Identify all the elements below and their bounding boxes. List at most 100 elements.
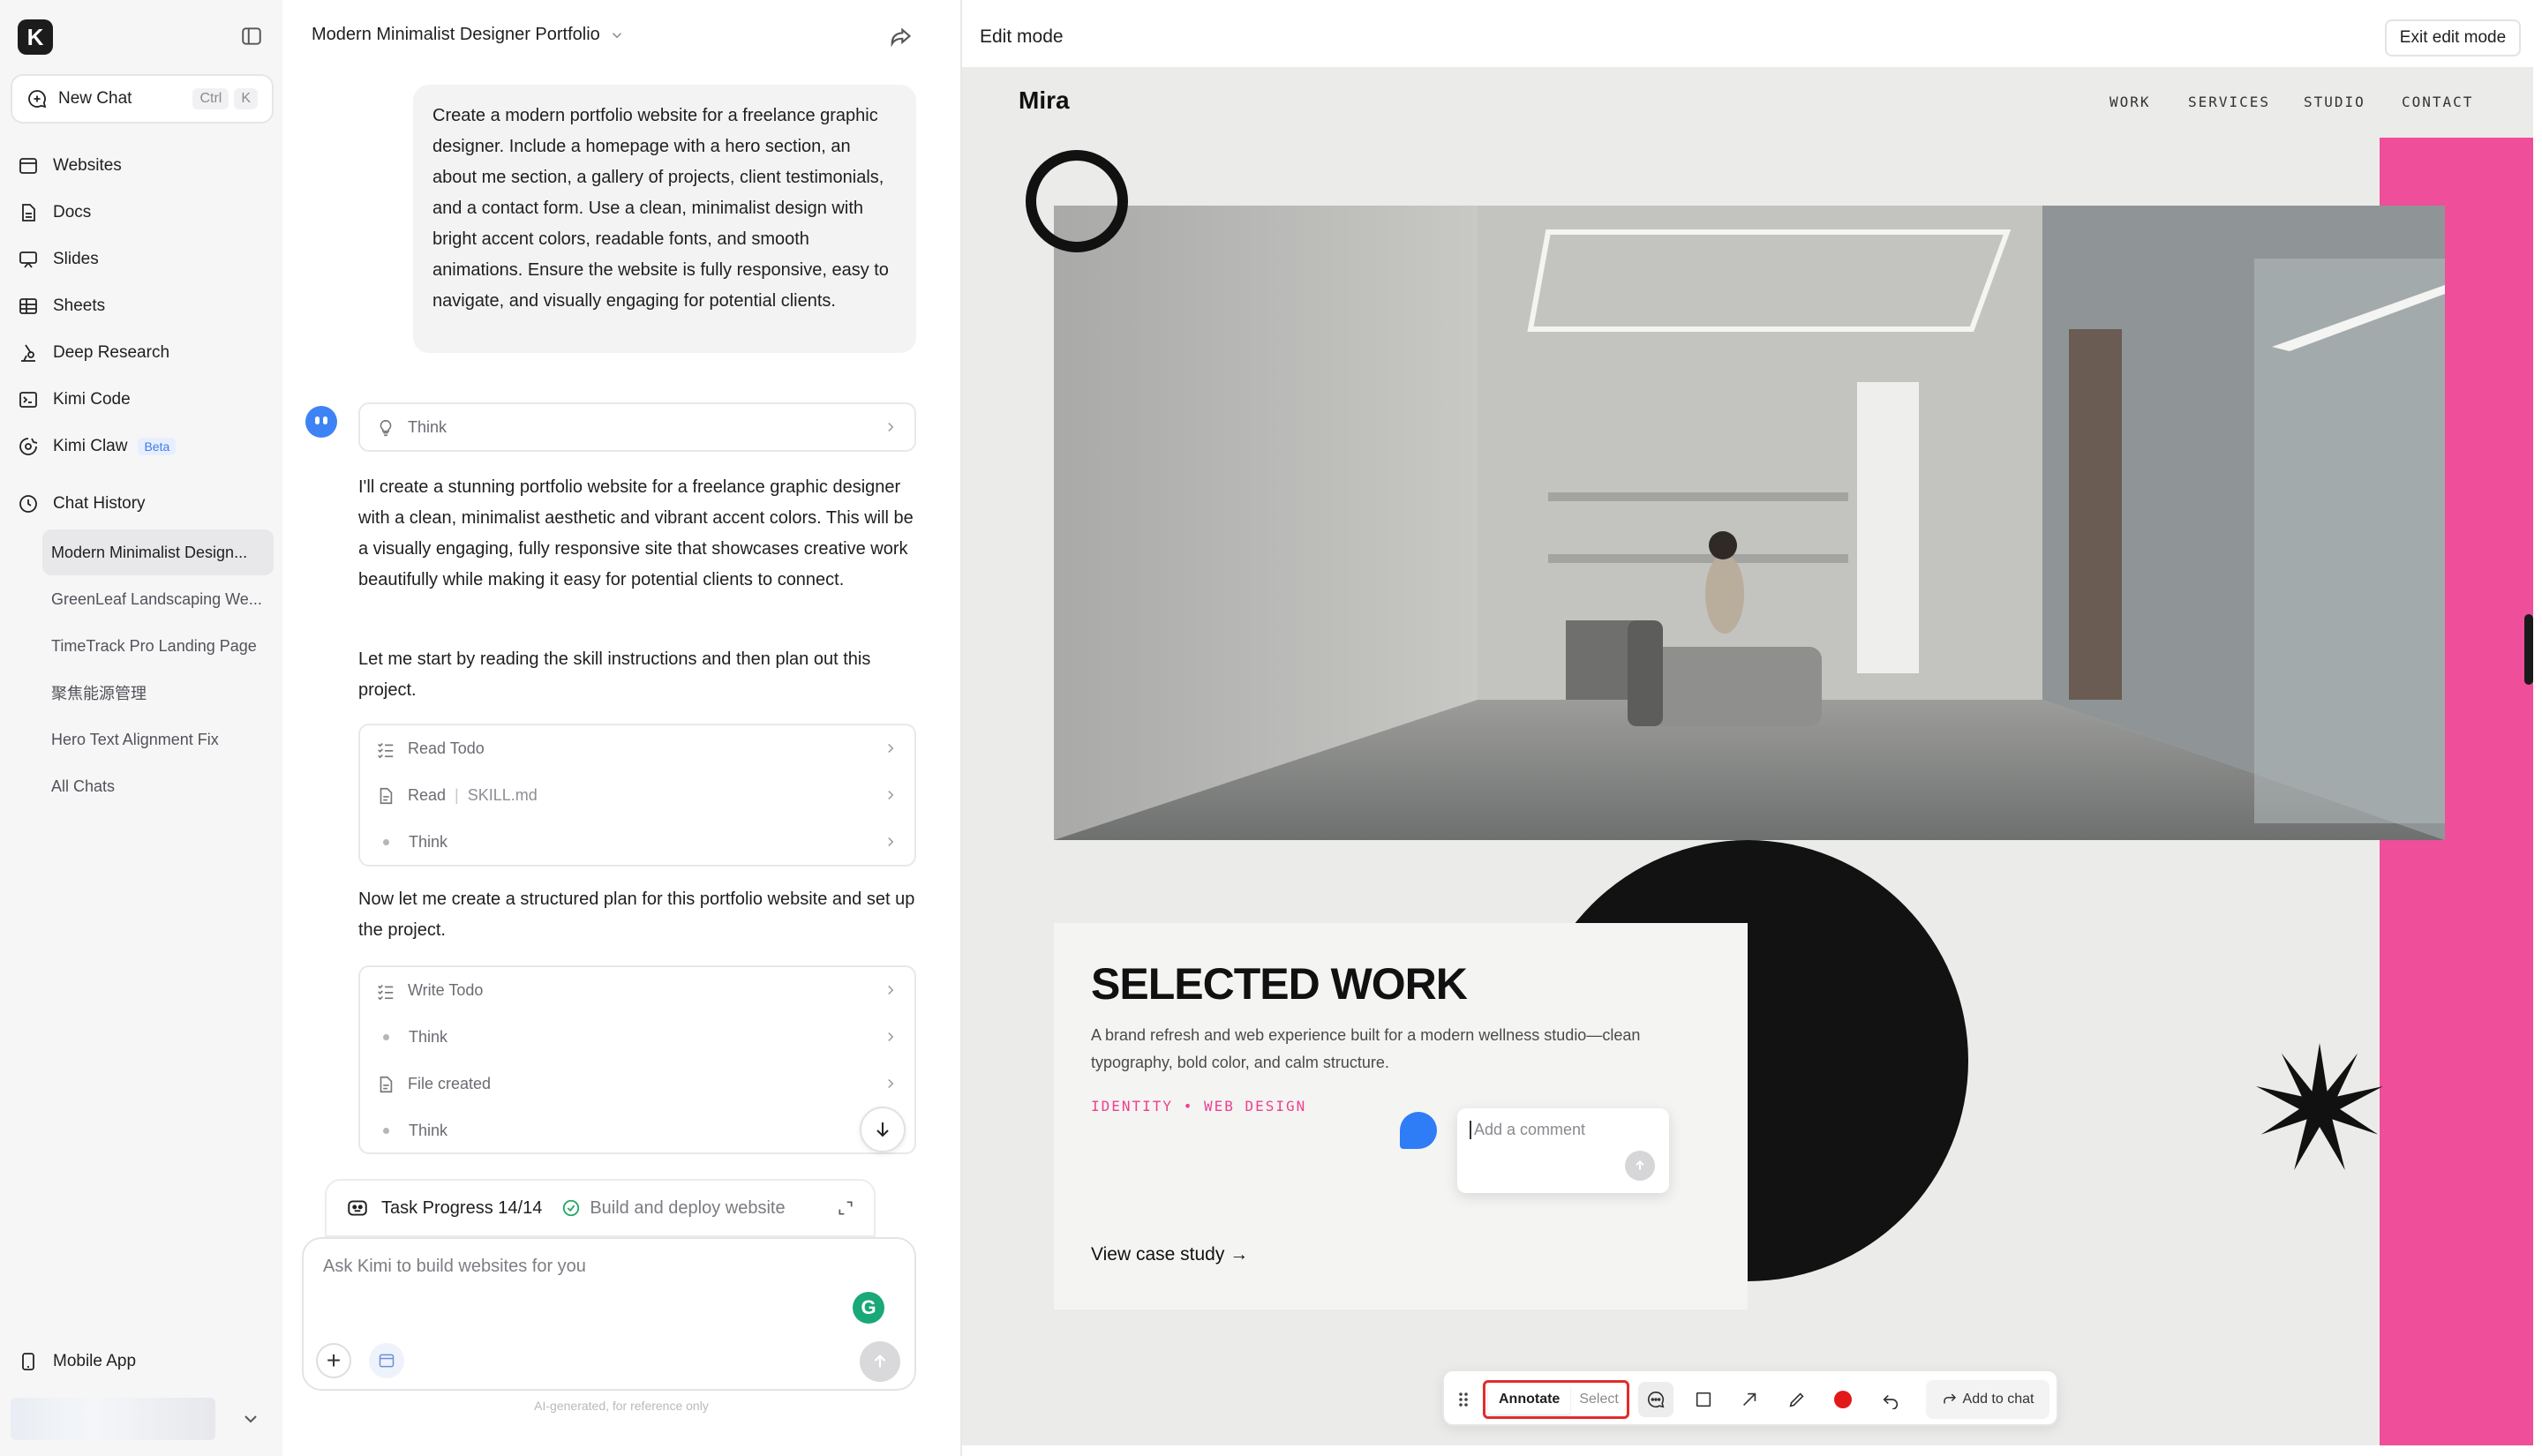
chat-panel: Modern Minimalist Designer Portfolio Cre… xyxy=(282,0,960,1456)
document-icon xyxy=(22,204,35,221)
attach-button[interactable]: + xyxy=(316,1343,351,1378)
mobile-app-label: Mobile App xyxy=(53,1352,137,1370)
annotate-mode-button[interactable]: Annotate xyxy=(1488,1385,1571,1415)
drag-handle-icon[interactable] xyxy=(1453,1382,1474,1417)
presentation-icon xyxy=(19,251,37,268)
menu-contact[interactable]: CONTACT xyxy=(2402,94,2473,110)
rectangle-tool[interactable] xyxy=(1686,1382,1721,1417)
kimi-logo[interactable]: K xyxy=(18,19,53,55)
step-row[interactable]: Think xyxy=(360,1107,914,1154)
step-label: Read Todo xyxy=(408,739,485,757)
history-item[interactable]: GreenLeaf Landscaping We... xyxy=(42,576,274,622)
select-mode-button[interactable]: Select xyxy=(1570,1385,1627,1415)
sidebar: K New Chat Ctrl K Websites Docs Slides S… xyxy=(0,0,282,1456)
assistant-reply: Let me start by reading the skill instru… xyxy=(358,649,871,700)
phone-icon xyxy=(22,1353,34,1370)
disclaimer: AI-generated, for reference only xyxy=(534,1399,709,1413)
color-picker[interactable] xyxy=(1825,1382,1861,1417)
menu-services[interactable]: SERVICES xyxy=(2188,94,2270,110)
nav-label: Docs xyxy=(53,203,92,221)
comment-input[interactable]: Add a comment xyxy=(1470,1121,1585,1139)
nav-label: Deep Research xyxy=(53,343,170,362)
chat-title[interactable]: Modern Minimalist Designer Portfolio xyxy=(312,25,625,45)
step-detail: SKILL.md xyxy=(467,786,538,804)
step-row[interactable]: Read | SKILL.md xyxy=(360,772,914,819)
nav-deep-research[interactable]: Deep Research xyxy=(18,335,169,371)
expand-icon[interactable] xyxy=(837,1199,854,1217)
exit-edit-mode-button[interactable]: Exit edit mode xyxy=(2385,19,2521,56)
ring-decoration xyxy=(1026,150,1128,252)
nav-slides[interactable]: Slides xyxy=(18,242,99,277)
steps-card: Read Todo Read | SKILL.md Think xyxy=(358,724,916,867)
grammarly-icon[interactable]: G xyxy=(853,1292,884,1324)
step-label: Read xyxy=(408,786,447,804)
think-card[interactable]: Think xyxy=(358,402,916,452)
history-item[interactable]: TimeTrack Pro Landing Page xyxy=(42,623,274,669)
site-brand[interactable]: Mira xyxy=(1019,86,1070,115)
comment-tool[interactable] xyxy=(1638,1382,1673,1417)
arrow-tool[interactable] xyxy=(1732,1382,1767,1417)
nav-websites[interactable]: Websites xyxy=(18,148,122,184)
nav-label: Kimi Code xyxy=(53,390,131,409)
rectangle-icon xyxy=(1696,1392,1711,1407)
send-button[interactable] xyxy=(860,1341,900,1382)
hero-image xyxy=(1054,206,2445,840)
kimi-avatar-icon xyxy=(305,406,337,438)
step-row[interactable]: Read Todo xyxy=(360,725,914,772)
prompt-input[interactable]: Ask Kimi to build websites for you G + xyxy=(302,1237,916,1391)
bullet-dot xyxy=(383,1128,389,1134)
chat-history-header[interactable]: Chat History xyxy=(18,486,146,522)
bullet-dot xyxy=(383,839,389,845)
scrollbar[interactable] xyxy=(2524,614,2533,685)
menu-work[interactable]: WORK xyxy=(2110,94,2151,110)
annotation-toolbar: Annotate Select Add to chat xyxy=(1442,1370,2058,1426)
user-account[interactable] xyxy=(11,1398,215,1440)
all-chats-link[interactable]: All Chats xyxy=(42,763,274,809)
undo-icon xyxy=(1883,1394,1899,1409)
chevron-down-icon[interactable] xyxy=(240,1408,261,1430)
claw-icon xyxy=(19,438,38,455)
history-item[interactable]: Modern Minimalist Design... xyxy=(42,529,274,575)
edit-mode-label: Edit mode xyxy=(980,26,1064,47)
step-row[interactable]: Write Todo xyxy=(360,967,914,1014)
mobile-app-link[interactable]: Mobile App xyxy=(18,1344,136,1379)
undo-button[interactable] xyxy=(1873,1382,1908,1417)
share-icon[interactable] xyxy=(888,25,913,49)
nav-kimi-code[interactable]: Kimi Code xyxy=(18,382,131,417)
history-item[interactable]: Hero Text Alignment Fix xyxy=(42,717,274,762)
add-to-chat-button[interactable]: Add to chat xyxy=(1926,1380,2049,1419)
menu-studio[interactable]: STUDIO xyxy=(2304,94,2365,110)
history-item[interactable]: 聚焦能源管理 xyxy=(42,670,274,716)
step-row[interactable]: Think xyxy=(360,819,914,866)
browser-icon xyxy=(19,158,37,174)
step-row[interactable]: File created xyxy=(360,1061,914,1107)
comment-icon xyxy=(1647,1391,1665,1408)
step-row[interactable]: Think xyxy=(360,1014,914,1061)
assistant-reply: Now let me create a structured plan for … xyxy=(358,889,915,940)
comment-send-button[interactable] xyxy=(1625,1151,1655,1181)
pen-tool[interactable] xyxy=(1779,1382,1815,1417)
check-circle-icon xyxy=(563,1199,580,1217)
task-progress-bar[interactable]: Task Progress 14/14 Build and deploy web… xyxy=(325,1179,876,1237)
prompt-placeholder: Ask Kimi to build websites for you xyxy=(323,1257,586,1276)
sidebar-toggle-icon[interactable] xyxy=(240,25,263,48)
step-label: Think xyxy=(409,833,448,851)
nav-label: Sheets xyxy=(53,296,106,315)
view-case-study-link[interactable]: View case study → xyxy=(1091,1244,1248,1265)
nav-kimi-claw[interactable]: Kimi Claw Beta xyxy=(18,429,177,464)
starburst-decoration xyxy=(2256,1043,2383,1170)
chevron-right-icon xyxy=(888,743,894,754)
arrow-up-icon xyxy=(1636,1160,1644,1170)
chevron-right-icon xyxy=(888,985,894,995)
nav-sheets[interactable]: Sheets xyxy=(18,289,105,324)
nav-docs[interactable]: Docs xyxy=(18,195,91,230)
arrow-up-icon xyxy=(874,1355,886,1368)
comment-popup: Add a comment xyxy=(1457,1108,1669,1193)
website-mode-button[interactable] xyxy=(369,1343,404,1378)
task-status: Build and deploy website xyxy=(590,1197,786,1218)
scroll-down-button[interactable] xyxy=(860,1107,906,1152)
arrow-down-icon xyxy=(876,1122,889,1137)
chevron-right-icon xyxy=(888,790,894,800)
comment-marker-icon[interactable] xyxy=(1400,1112,1437,1149)
new-chat-button[interactable]: New Chat Ctrl K xyxy=(11,74,274,124)
